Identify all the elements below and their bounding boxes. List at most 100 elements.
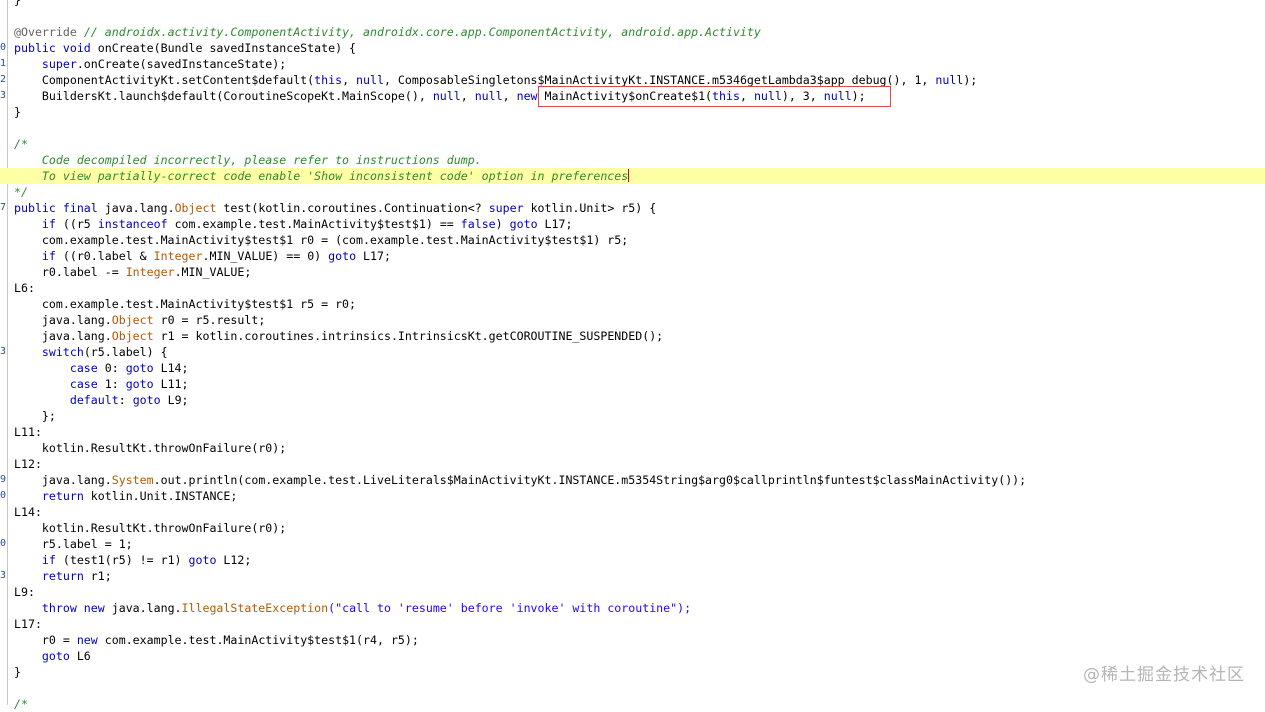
- code-token: null: [356, 73, 384, 87]
- code-line[interactable]: @Override // androidx.activity.Component…: [0, 24, 1265, 40]
- code-line[interactable]: 1 super.onCreate(savedInstanceState);: [0, 56, 1265, 72]
- code-line[interactable]: java.lang.Object r0 = r5.result;: [0, 312, 1265, 328]
- code-line[interactable]: 3 BuildersKt.launch$default(CoroutineSco…: [0, 88, 1265, 104]
- code-line[interactable]: kotlin.ResultKt.throwOnFailure(r0);: [0, 440, 1265, 456]
- code-token: public void: [14, 41, 98, 55]
- code-line[interactable]: case 0: goto L14;: [0, 360, 1265, 376]
- watermark: @稀土掘金技术社区: [1083, 665, 1245, 685]
- code-line[interactable]: L12:: [0, 456, 1265, 472]
- line-number: 0: [0, 538, 6, 549]
- code-line[interactable]: [0, 8, 1265, 24]
- code-token: ), 3,: [781, 89, 824, 103]
- code-token: L17:: [14, 617, 42, 631]
- code-line[interactable]: if ((r0.label & Integer.MIN_VALUE) == 0)…: [0, 248, 1265, 264]
- code-line[interactable]: case 1: goto L11;: [0, 376, 1265, 392]
- code-text: ComponentActivityKt.setContent$default(t…: [14, 72, 977, 88]
- line-number: 2: [0, 74, 6, 85]
- code-line[interactable]: default: goto L9;: [0, 392, 1265, 408]
- code-token: this: [712, 89, 740, 103]
- code-token: case: [69, 361, 98, 375]
- code-token: L17;: [356, 249, 391, 263]
- code-line[interactable]: r0 = new com.example.test.MainActivity$t…: [0, 632, 1265, 648]
- code-line[interactable]: 7 public final java.lang.Object test(kotl…: [0, 200, 1265, 216]
- code-token: return: [41, 569, 84, 583]
- code-line[interactable]: /*: [0, 696, 1265, 712]
- code-token: .onCreate(savedInstanceState);: [76, 57, 287, 71]
- code-line[interactable]: 0 return kotlin.Unit.INSTANCE;: [0, 488, 1265, 504]
- code-token: test(kotlin.coroutines.Continuation<?: [216, 201, 489, 215]
- code-line[interactable]: L11:: [0, 424, 1265, 440]
- code-line[interactable]: com.example.test.MainActivity$test$1 r0 …: [0, 232, 1265, 248]
- code-line[interactable]: java.lang.Object r1 = kotlin.coroutines.…: [0, 328, 1265, 344]
- code-line[interactable]: L14:: [0, 504, 1265, 520]
- code-token: default: [69, 393, 119, 407]
- code-line[interactable]: if (test1(r5) != r1) goto L12;: [0, 552, 1265, 568]
- code-line[interactable]: kotlin.ResultKt.throwOnFailure(r0);: [0, 520, 1265, 536]
- code-line[interactable]: r0.label -= Integer.MIN_VALUE;: [0, 264, 1265, 280]
- code-line[interactable]: L17:: [0, 616, 1265, 632]
- code-token: System: [111, 473, 154, 487]
- code-line[interactable]: 3 switch(r5.label) {: [0, 344, 1265, 360]
- code-text: kotlin.ResultKt.throwOnFailure(r0);: [14, 440, 286, 456]
- code-token: L9:: [14, 585, 35, 599]
- code-line[interactable]: 2 ComponentActivityKt.setContent$default…: [0, 72, 1265, 88]
- code-line[interactable]: 0 public void onCreate(Bundle savedInstan…: [0, 40, 1265, 56]
- code-line[interactable]: [0, 680, 1265, 696]
- code-line[interactable]: /*: [0, 136, 1265, 152]
- code-line[interactable]: };: [0, 408, 1265, 424]
- code-line[interactable]: goto L6: [0, 648, 1265, 664]
- code-text: */: [14, 184, 28, 200]
- code-token: goto: [125, 361, 154, 375]
- line-number: 3: [0, 90, 6, 101]
- code-text: L17:: [14, 616, 42, 632]
- code-token: ,: [739, 89, 754, 103]
- code-token: case: [69, 377, 98, 391]
- code-token: L12;: [216, 553, 252, 567]
- code-token: */: [14, 185, 28, 199]
- code-line[interactable]: 9 java.lang.System.out.println(com.examp…: [0, 472, 1265, 488]
- code-editor[interactable]: } @Override // androidx.activity.Componen…: [0, 0, 1265, 712]
- code-token: false: [460, 217, 496, 231]
- code-token: IllegalStateException: [181, 601, 329, 615]
- code-token: }: [14, 665, 21, 679]
- code-token: Integer: [125, 265, 175, 279]
- code-token: java.lang.: [104, 201, 175, 215]
- code-text: L14:: [14, 504, 42, 520]
- text-caret: [628, 169, 630, 182]
- code-token: kotlin.ResultKt.throwOnFailure(r0);: [14, 521, 287, 535]
- code-line[interactable]: Code decompiled incorrectly, please refe…: [0, 152, 1265, 168]
- code-line[interactable]: L6:: [0, 280, 1265, 296]
- code-line[interactable]: 0 r5.label = 1;: [0, 536, 1265, 552]
- code-text: throw new java.lang.IllegalStateExceptio…: [14, 600, 691, 616]
- line-number: 0: [0, 42, 6, 53]
- code-line[interactable]: if ((r5 instanceof com.example.test.Main…: [0, 216, 1265, 232]
- code-token: com.example.test.MainActivity$test$1) ==: [167, 217, 461, 231]
- code-line[interactable]: }: [0, 664, 1265, 680]
- code-line[interactable]: com.example.test.MainActivity$test$1 r5 …: [0, 296, 1265, 312]
- code-token: new: [76, 633, 98, 647]
- code-line[interactable]: 3 return r1;: [0, 568, 1265, 584]
- code-text: return kotlin.Unit.INSTANCE;: [14, 488, 237, 504]
- code-line[interactable]: L9:: [0, 584, 1265, 600]
- code-token: if: [41, 553, 56, 567]
- line-number: 3: [0, 570, 6, 581]
- code-token: ,: [502, 89, 517, 103]
- code-line[interactable]: */: [0, 184, 1265, 200]
- code-token: ): [495, 217, 510, 231]
- code-token: null: [432, 89, 461, 103]
- line-number: 9: [0, 474, 6, 485]
- code-text: Code decompiled incorrectly, please refe…: [14, 152, 482, 168]
- code-line[interactable]: To view partially-correct code enable 'S…: [0, 168, 1265, 184]
- line-number: 1: [0, 58, 6, 69]
- code-token: kotlin.ResultKt.throwOnFailure(r0);: [14, 441, 287, 455]
- code-token: // androidx.activity.ComponentActivity, …: [83, 25, 761, 39]
- code-token: goto: [41, 649, 70, 663]
- code-line[interactable]: }: [0, 104, 1265, 120]
- code-line[interactable]: [0, 120, 1265, 136]
- code-line[interactable]: }: [0, 0, 1265, 8]
- code-token: ("call to 'resume' before 'invoke' with …: [328, 601, 692, 615]
- code-line[interactable]: throw new java.lang.IllegalStateExceptio…: [0, 600, 1265, 616]
- code-token: @Override: [14, 25, 84, 39]
